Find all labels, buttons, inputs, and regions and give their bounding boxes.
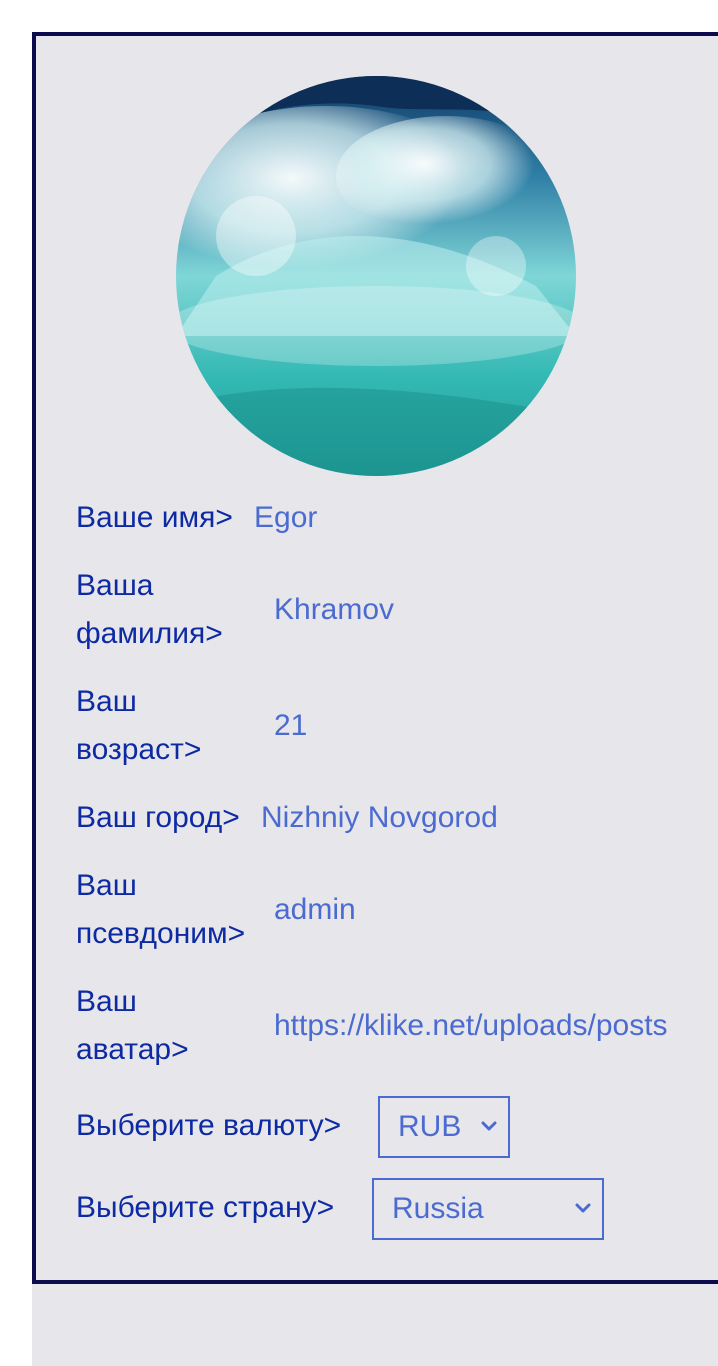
- name-value: Egor: [254, 501, 318, 534]
- surname-value: Khramov: [274, 593, 395, 626]
- surname-label-line2: фамилия>: [76, 617, 223, 650]
- nickname-label-line2: псевдоним>: [76, 917, 246, 950]
- surname-label-line1: Ваша: [76, 569, 154, 602]
- chevron-down-icon: [575, 1203, 591, 1213]
- avatar-url-label-line1: Ваш: [76, 985, 137, 1018]
- currency-select[interactable]: RUB: [378, 1096, 510, 1158]
- chevron-down-icon: [481, 1121, 497, 1131]
- age-label-line2: возраст>: [76, 733, 202, 766]
- age-value: 21: [274, 709, 308, 742]
- nickname-value: admin: [274, 893, 356, 926]
- country-select[interactable]: Russia: [372, 1178, 604, 1240]
- nickname-label-line1: Ваш: [76, 869, 137, 902]
- age-label-line1: Ваш: [76, 685, 137, 718]
- city-label: Ваш город>: [76, 801, 240, 834]
- currency-selected-value: RUB: [398, 1110, 462, 1143]
- wave-image: [176, 76, 576, 476]
- country-selected-value: Russia: [392, 1192, 484, 1225]
- name-label: Ваше имя>: [76, 501, 233, 534]
- country-label: Выберите страну>: [76, 1191, 335, 1224]
- currency-label: Выберите валюту>: [76, 1109, 342, 1142]
- avatar-url-value: https://klike.net/uploads/posts: [274, 1009, 668, 1042]
- city-value: Nizhniy Novgorod: [261, 801, 498, 834]
- avatar-url-label-line2: аватар>: [76, 1033, 189, 1066]
- avatar: [176, 76, 576, 476]
